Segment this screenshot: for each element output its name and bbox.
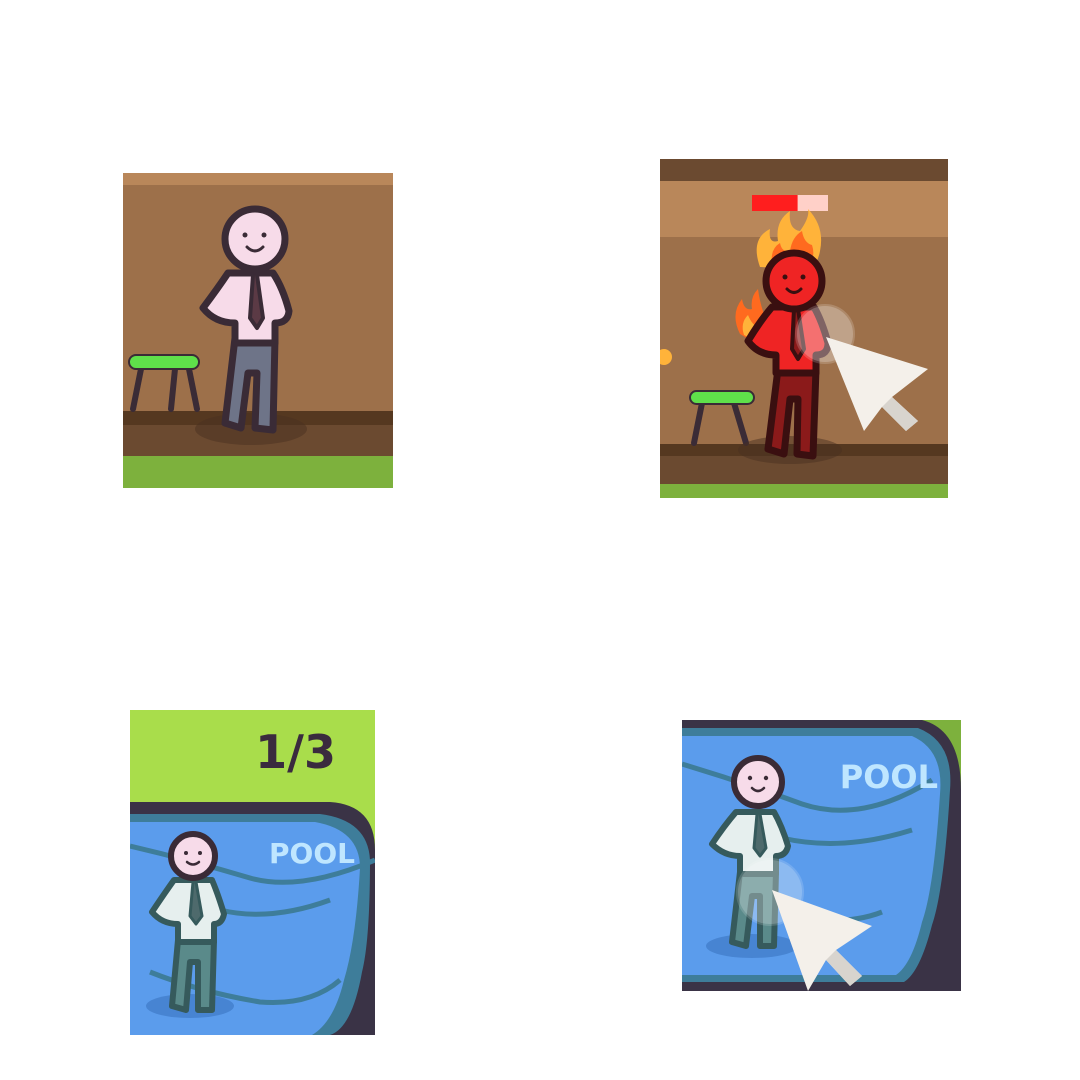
room-burning-panel	[660, 159, 948, 498]
pool-counter-scene: 1/3 POOL	[130, 710, 375, 1035]
pool-label: POOL	[269, 837, 355, 870]
health-bar	[752, 195, 828, 211]
ceiling-beam	[660, 159, 948, 181]
pool-label: POOL	[840, 758, 938, 796]
level-counter: 1/3	[255, 725, 336, 779]
grass-strip	[123, 456, 393, 488]
health-bar-fill	[752, 195, 798, 211]
grass-strip	[660, 484, 948, 498]
room-burning-scene	[660, 159, 948, 498]
wall-trim	[123, 173, 393, 185]
pool-pointer-panel: POOL	[682, 720, 961, 991]
character-shadow	[195, 413, 307, 445]
character-shadow	[738, 436, 842, 464]
pool-counter-panel: 1/3 POOL	[130, 710, 375, 1035]
room-idle-scene	[123, 173, 393, 488]
pool-pointer-scene: POOL	[682, 720, 961, 991]
room-idle-panel	[123, 173, 393, 488]
character-shadow	[706, 934, 798, 958]
